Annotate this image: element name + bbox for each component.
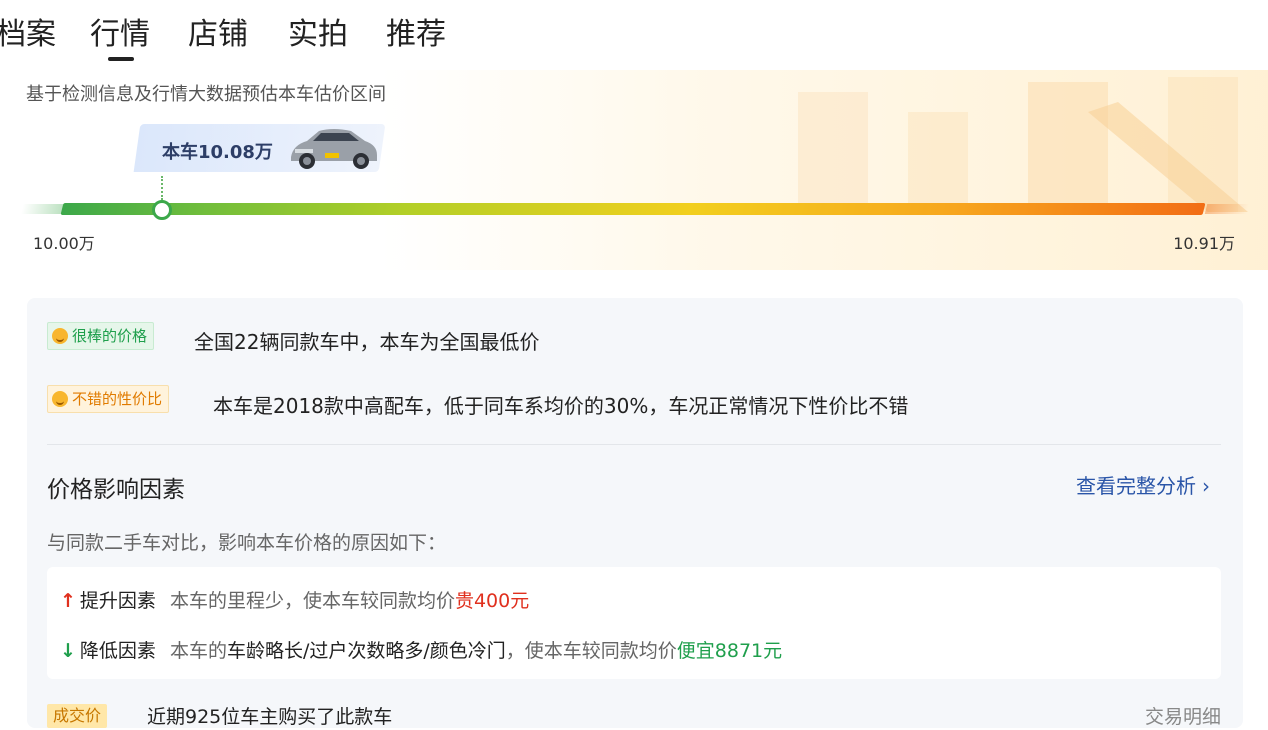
tab-photos[interactable]: 实拍 [288, 14, 348, 56]
arrow-down-icon: ↓ [60, 640, 76, 662]
range-min-label: 10.00万 [33, 234, 95, 253]
factor-down-prefix: 本车的 [169, 640, 227, 662]
factor-down-middle: ，使本车较同款均价 [505, 640, 677, 662]
factor-up-text: 本车的里程少，使本车较同款均价 [169, 590, 455, 612]
highlight-text-1: 全国22辆同款车中，本车为全国最低价 [194, 330, 540, 354]
factor-up-row: ↑ 提升因素 本车的里程少，使本车较同款均价贵400元 [60, 586, 529, 613]
view-full-analysis-label: 查看完整分析 [1076, 474, 1196, 498]
tab-archive[interactable]: 档案 [0, 14, 56, 56]
factor-up-amount: 贵400元 [454, 590, 530, 612]
range-bar-left-fade [20, 204, 66, 214]
smile-icon [52, 328, 68, 344]
factors-title: 价格影响因素 [47, 477, 185, 503]
decor-background-icon [798, 77, 1248, 212]
active-tab-indicator [108, 57, 134, 61]
factor-down-label: 降低因素 [79, 640, 156, 662]
arrow-up-icon: ↑ [60, 590, 76, 612]
hero-subtitle: 基于检测信息及行情大数据预估本车估价区间 [26, 84, 386, 105]
tag-good-value: 不错的性价比 [47, 385, 170, 413]
deal-row-text: 近期925位车主购买了此款车 [147, 706, 393, 728]
price-pointer-line [161, 176, 163, 200]
chevron-right-icon: › [1202, 474, 1210, 498]
factor-down-highlight: 车龄略长/过户次数略多/颜色冷门 [226, 640, 506, 662]
factor-down-row: ↓ 降低因素 本车的车龄略长/过户次数略多/颜色冷门，使本车较同款均价便宜8871元 [60, 636, 782, 663]
factors-description: 与同款二手车对比，影响本车价格的原因如下： [47, 532, 447, 554]
car-thumbnail-icon [291, 129, 377, 169]
tab-store[interactable]: 店铺 [188, 14, 248, 56]
panel-divider [47, 444, 1221, 445]
tag-great-price: 很棒的价格 [47, 322, 155, 350]
tab-market[interactable]: 行情 [90, 14, 150, 56]
tag-good-value-label: 不错的性价比 [72, 390, 163, 408]
factor-down-amount: 便宜8871元 [676, 640, 783, 662]
price-range-bar [60, 203, 1206, 215]
tab-recommend[interactable]: 推荐 [386, 14, 446, 56]
range-max-label: 10.91万 [1173, 234, 1235, 253]
range-bar-right-fade [1204, 204, 1250, 214]
factor-up-label: 提升因素 [79, 590, 156, 612]
highlight-text-2: 本车是2018款中高配车，低于同车系均价的30%，车况正常情况下性价比不错 [213, 394, 909, 418]
view-full-analysis-link[interactable]: 查看完整分析 › [1076, 470, 1210, 499]
deal-price-tag: 成交价 [47, 704, 108, 728]
tag-great-price-label: 很棒的价格 [72, 327, 148, 345]
deal-row: 成交价 近期925位车主购买了此款车 交易明细 [47, 700, 1221, 730]
deal-details-link[interactable]: 交易明细 [1145, 702, 1221, 729]
smile-icon [52, 391, 68, 407]
current-price-label: 本车10.08万 [162, 142, 273, 163]
